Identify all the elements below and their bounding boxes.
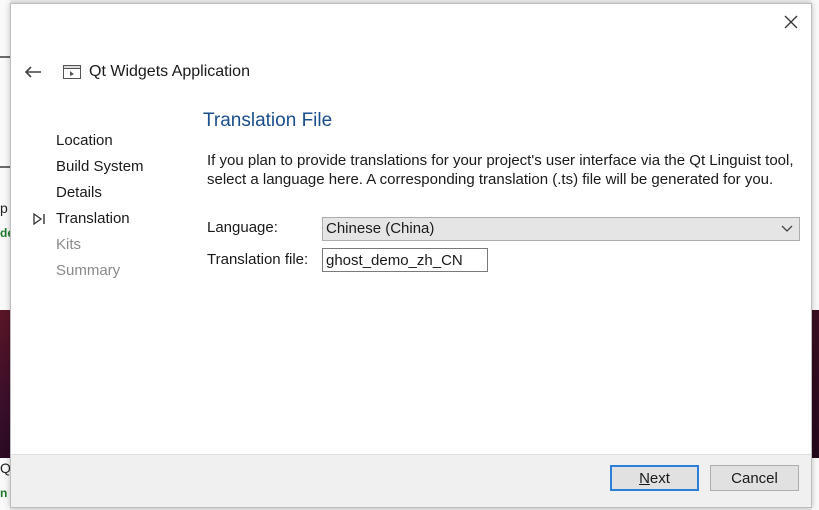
- step-translation: Translation: [31, 206, 144, 232]
- step-build-system: Build System: [31, 154, 144, 180]
- step-label: Kits: [56, 236, 82, 253]
- next-button[interactable]: Next: [610, 465, 699, 491]
- step-location: Location: [31, 128, 144, 154]
- translation-file-input[interactable]: [322, 248, 488, 272]
- step-label: Build System: [56, 158, 144, 175]
- background-divider: [0, 166, 10, 168]
- cancel-button[interactable]: Cancel: [710, 465, 799, 491]
- step-label: Translation: [56, 210, 130, 227]
- translation-file-label: Translation file:: [207, 251, 309, 268]
- step-label: Summary: [56, 262, 121, 279]
- step-label: Details: [56, 184, 102, 201]
- wizard-dialog: Qt Widgets Application Location Build Sy…: [10, 3, 812, 508]
- language-value: Chinese (China): [326, 220, 435, 237]
- background-text: n: [0, 486, 8, 500]
- background-divider: [0, 56, 10, 58]
- current-step-marker-icon: [33, 213, 45, 225]
- background-image: [0, 310, 10, 458]
- step-details: Details: [31, 180, 144, 206]
- background-text: p: [0, 200, 8, 216]
- cancel-button-label: Cancel: [731, 469, 778, 487]
- step-summary: Summary: [31, 258, 144, 284]
- step-label: Location: [56, 132, 113, 149]
- chevron-down-icon: [781, 225, 793, 232]
- wizard-header: Qt Widgets Application: [21, 60, 250, 84]
- wizard-footer: Next Cancel: [11, 454, 811, 507]
- close-button[interactable]: [781, 12, 801, 32]
- background-image: [811, 310, 819, 458]
- application-window-icon: [63, 65, 81, 79]
- back-button[interactable]: [21, 62, 45, 82]
- page-description: If you plan to provide translations for …: [207, 152, 794, 188]
- next-button-mnemonic: N: [639, 469, 650, 487]
- close-icon: [784, 15, 798, 29]
- language-label: Language:: [207, 219, 278, 236]
- step-kits: Kits: [31, 232, 144, 258]
- next-button-label: ext: [649, 469, 670, 487]
- wizard-steps: Location Build System Details Translatio…: [31, 128, 144, 284]
- language-select[interactable]: Chinese (China): [322, 217, 800, 241]
- wizard-title: Qt Widgets Application: [89, 63, 250, 80]
- arrow-left-icon: [24, 66, 41, 78]
- page-title: Translation File: [203, 110, 333, 131]
